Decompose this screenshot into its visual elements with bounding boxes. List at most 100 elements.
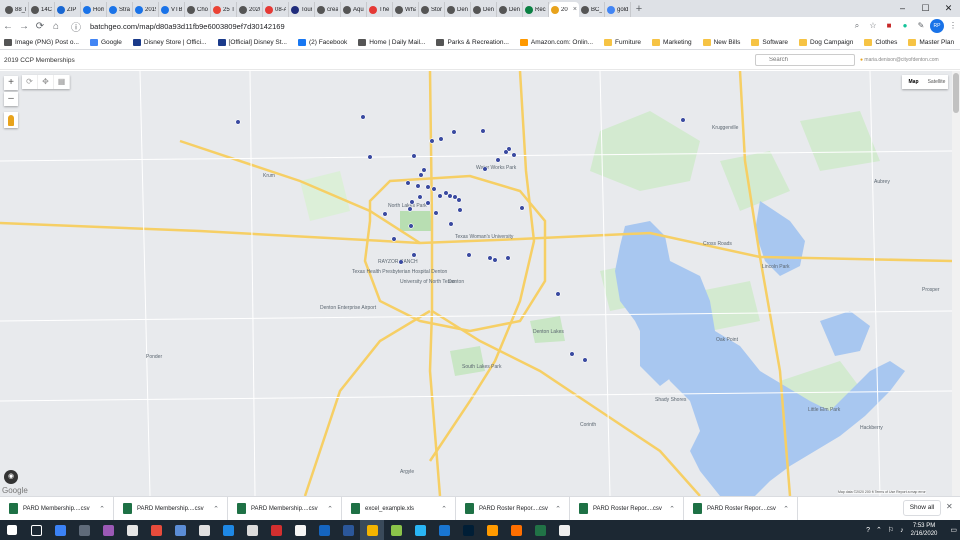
map-marker[interactable] [425, 200, 431, 206]
network-icon[interactable]: ⚐ [888, 526, 894, 534]
map-marker[interactable] [503, 149, 509, 155]
move-icon[interactable]: ✥ [38, 75, 54, 89]
chevron-up-icon[interactable]: ⌃ [783, 505, 789, 513]
taskbar-app-7[interactable] [216, 520, 240, 540]
vertical-scrollbar[interactable] [952, 71, 960, 496]
tab-3[interactable]: Home [81, 2, 107, 17]
map-attribution[interactable]: Map data ©2020 200 ft Terms of Use Repor… [838, 490, 926, 494]
taskbar-app-17[interactable] [456, 520, 480, 540]
tab-close-icon[interactable]: × [573, 6, 577, 13]
bookmark-item[interactable]: Clothes [864, 38, 897, 46]
show-all-button[interactable]: Show all [903, 500, 941, 516]
avatar[interactable]: RP [930, 19, 944, 33]
tab-13[interactable]: Aquir [341, 2, 367, 17]
map-marker[interactable] [457, 207, 463, 213]
taskbar-app-21[interactable] [552, 520, 576, 540]
taskbar-app-11[interactable] [312, 520, 336, 540]
tab-18[interactable]: Dent [471, 2, 497, 17]
map-marker[interactable] [409, 199, 415, 205]
new-tab-button[interactable]: + [631, 3, 647, 15]
forward-button[interactable]: → [16, 21, 32, 32]
map-marker[interactable] [569, 351, 575, 357]
tab-12[interactable]: creati [315, 2, 341, 17]
help-icon[interactable]: ? [866, 527, 870, 534]
street-view-pegman-icon[interactable] [4, 112, 18, 128]
map-marker[interactable] [235, 119, 241, 125]
map-marker[interactable] [415, 183, 421, 189]
maximize-button[interactable]: ☐ [914, 0, 937, 17]
taskbar-app-0[interactable] [48, 520, 72, 540]
taskbar-app-4[interactable] [144, 520, 168, 540]
map-marker[interactable] [447, 193, 453, 199]
map-marker[interactable] [448, 221, 454, 227]
bookmark-item[interactable]: [Official] Disney St... [217, 38, 287, 46]
close-window-button[interactable]: ✕ [937, 0, 960, 17]
bookmark-item[interactable]: New Bills [702, 38, 740, 46]
map-marker[interactable] [495, 157, 501, 163]
volume-icon[interactable]: ♪ [900, 527, 904, 534]
table-icon[interactable]: ▦ [54, 75, 70, 89]
close-downloads-icon[interactable]: ✕ [946, 502, 953, 511]
map-marker[interactable] [482, 166, 488, 172]
tab-4[interactable]: Strate [107, 2, 133, 17]
task-view-button[interactable] [24, 520, 48, 540]
back-button[interactable]: ← [0, 21, 16, 32]
taskbar-app-15[interactable] [408, 520, 432, 540]
taskbar-app-6[interactable] [192, 520, 216, 540]
map-marker[interactable] [466, 252, 472, 258]
chevron-up-icon[interactable]: ⌃ [327, 505, 333, 513]
bookmark-item[interactable]: Software [751, 38, 788, 46]
chevron-up-icon[interactable]: ⌃ [555, 505, 561, 513]
map-marker[interactable] [431, 186, 437, 192]
tab-11[interactable]: Touri [289, 2, 315, 17]
location-icon[interactable]: ◉ [4, 470, 18, 484]
taskbar-app-2[interactable] [96, 520, 120, 540]
tab-8[interactable]: 25 Tr [211, 2, 237, 17]
tab-21[interactable]: 20 × [549, 2, 579, 17]
map-marker[interactable] [433, 210, 439, 216]
taskbar-app-5[interactable] [168, 520, 192, 540]
tab-7[interactable]: Choo [185, 2, 211, 17]
map-marker[interactable] [680, 117, 686, 123]
map-marker[interactable] [405, 180, 411, 186]
home-button[interactable]: ⌂ [48, 21, 64, 32]
chevron-up-icon[interactable]: ⌃ [441, 505, 447, 513]
tab-2[interactable]: ZIP L [55, 2, 81, 17]
url-text[interactable]: batchgeo.com/map/d80a93d11fb9e6003809ef7… [90, 22, 285, 31]
map-marker[interactable] [437, 193, 443, 199]
user-email[interactable]: ● maria.denison@cityofdenton.com [860, 57, 939, 63]
bookmark-item[interactable]: Parks & Recreation... [436, 38, 509, 46]
zoom-in-button[interactable]: + [4, 76, 18, 90]
bookmark-item[interactable]: Master Plan [908, 38, 954, 46]
taskbar-app-1[interactable] [72, 520, 96, 540]
bookmark-item[interactable]: Disney Store | Offici... [132, 38, 207, 46]
chevron-up-icon[interactable]: ⌃ [99, 505, 105, 513]
tab-6[interactable]: VTB [159, 2, 185, 17]
map-marker[interactable] [492, 257, 498, 263]
grammarly-icon[interactable]: ● [898, 19, 912, 33]
map-marker[interactable] [438, 136, 444, 142]
scrollbar-thumb[interactable] [953, 73, 959, 113]
extension2-icon[interactable]: ✎ [914, 19, 928, 33]
map-marker[interactable] [367, 154, 373, 160]
map-marker[interactable] [429, 138, 435, 144]
tab-20[interactable]: Rec [523, 2, 549, 17]
bookmark-item[interactable]: Furniture [604, 38, 641, 46]
taskbar-app-3[interactable] [120, 520, 144, 540]
download-item[interactable]: PARD Roster Repor....csv ⌃ [684, 496, 798, 521]
map-marker[interactable] [519, 205, 525, 211]
map-marker[interactable] [452, 194, 458, 200]
address-bar[interactable]: ⓘ batchgeo.com/map/d80a93d11fb9e6003809e… [68, 18, 830, 34]
tab-17[interactable]: Dent [445, 2, 471, 17]
map-marker[interactable] [425, 184, 431, 190]
map-marker[interactable] [382, 211, 388, 217]
taskbar-app-16[interactable] [432, 520, 456, 540]
map-marker[interactable] [480, 128, 486, 134]
map-marker[interactable] [582, 357, 588, 363]
bookmark-item[interactable]: (2) Facebook [297, 38, 347, 46]
tab-10[interactable]: 08-A [263, 2, 289, 17]
map-marker[interactable] [411, 153, 417, 159]
extension-icon[interactable]: ■ [882, 19, 896, 33]
tab-19[interactable]: Dent [497, 2, 523, 17]
chevron-up-icon[interactable]: ⌃ [669, 505, 675, 513]
